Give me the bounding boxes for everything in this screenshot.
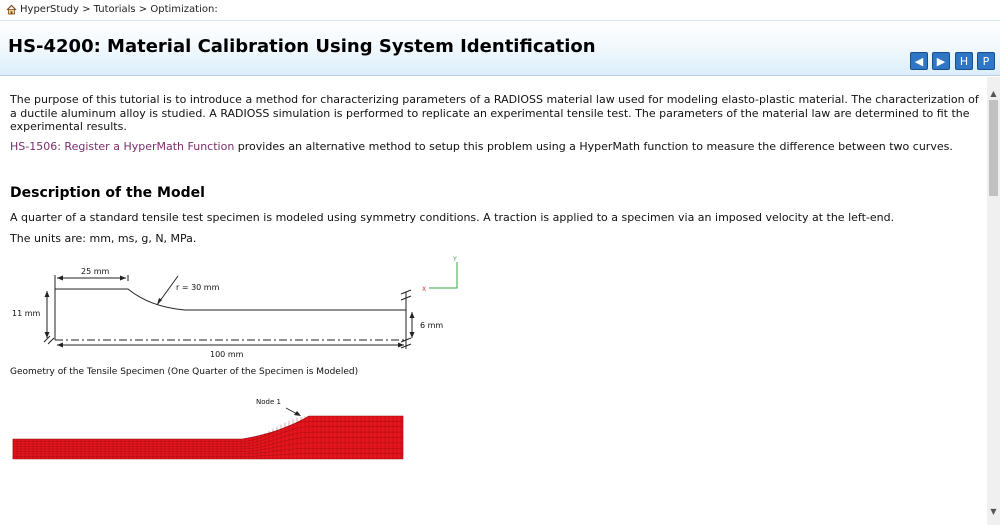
print-icon: P <box>982 55 990 68</box>
length-total-label: 100 mm <box>210 350 244 359</box>
help-home-icon: H <box>959 55 969 68</box>
geometry-figure: 25 mm r = 30 mm 11 mm 6 mm 100 mm Y X <box>12 256 458 359</box>
height-left-label: 11 mm <box>12 309 41 318</box>
arrow-right-icon: ▶ <box>936 55 946 68</box>
section-heading: Description of the Model <box>10 185 205 201</box>
mesh-figure: Node 1 <box>12 398 404 460</box>
home-help-button[interactable]: H <box>955 52 973 70</box>
scroll-down-arrow-icon[interactable]: ▼ <box>988 507 999 517</box>
breadcrumb-text[interactable]: HyperStudy > Tutorials > Optimization: <box>20 4 218 15</box>
vertical-scrollbar[interactable]: ▲ ▼ <box>987 77 1000 525</box>
intro-paragraph: The purpose of this tutorial is to intro… <box>10 93 979 133</box>
home-icon[interactable] <box>6 4 17 15</box>
alternative-paragraph: HS-1506: Register a HyperMath Function p… <box>10 140 985 154</box>
next-page-button[interactable]: ▶ <box>932 52 950 70</box>
radius-label: r = 30 mm <box>176 283 220 292</box>
model-description: A quarter of a standard tensile test spe… <box>10 211 895 224</box>
axis-x-label: X <box>422 286 426 293</box>
units-text: The units are: mm, ms, g, N, MPa. <box>10 232 197 245</box>
node-label: Node 1 <box>256 398 281 406</box>
alternative-text: provides an alternative method to setup … <box>234 140 953 153</box>
dim-length-top-label: 25 mm <box>81 267 110 276</box>
content-area: The purpose of this tutorial is to intro… <box>0 77 987 525</box>
breadcrumb-bar: HyperStudy > Tutorials > Optimization: <box>0 0 1000 21</box>
axis-y-label: Y <box>452 256 457 263</box>
scrollbar-thumb[interactable] <box>989 100 998 196</box>
figure-caption: Geometry of the Tensile Specimen (One Qu… <box>10 367 359 377</box>
height-right-label: 6 mm <box>420 321 443 330</box>
hs-1506-link[interactable]: HS-1506: Register a HyperMath Function <box>10 140 234 153</box>
print-button[interactable]: P <box>977 52 995 70</box>
page-title: HS-4200: Material Calibration Using Syst… <box>8 36 596 57</box>
page-header: HS-4200: Material Calibration Using Syst… <box>0 21 1000 76</box>
arrow-left-icon: ◀ <box>914 55 924 68</box>
previous-page-button[interactable]: ◀ <box>910 52 928 70</box>
scroll-up-arrow-icon[interactable]: ▲ <box>988 89 999 99</box>
